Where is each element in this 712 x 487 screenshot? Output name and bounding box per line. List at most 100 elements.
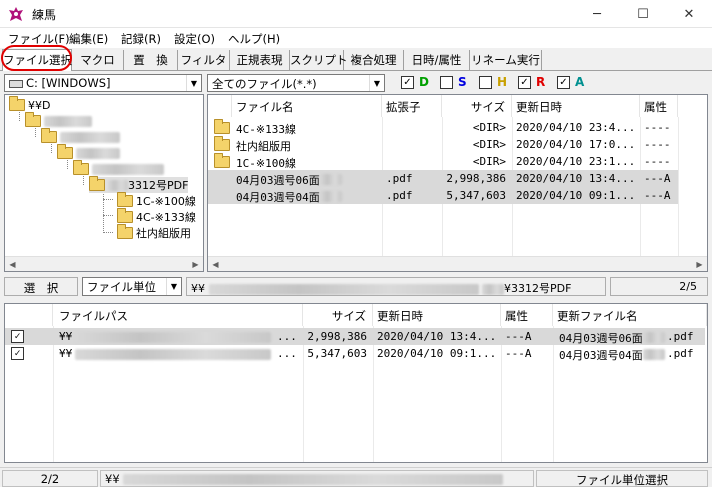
tree-node-root[interactable]: ¥¥D <box>9 96 50 113</box>
file-list-row[interactable]: 4C-※133線 <DIR> 2020/04/10 23:4... ---- <box>208 119 678 136</box>
select-button[interactable]: 選 択 <box>4 277 78 296</box>
redacted-text <box>76 147 120 159</box>
tab-script[interactable]: スクリプト <box>290 50 348 70</box>
column-header-date[interactable]: 更新日時 <box>512 95 640 117</box>
attr-checkbox-s[interactable] <box>440 76 453 89</box>
folder-icon <box>73 160 89 175</box>
file-size: <DIR> <box>472 121 506 134</box>
attr-checkbox-label: A <box>575 75 585 89</box>
tab-filter[interactable]: フィルタ <box>178 50 230 70</box>
selected-files-list[interactable]: ファイルパス サイズ 更新日時 属性 更新ファイル名 ✓ ¥¥... 2,998,3… <box>4 303 708 463</box>
menu-edit[interactable]: 編集(E) <box>69 31 108 47</box>
column-header-attr[interactable]: 属性 <box>501 304 553 326</box>
attr-checkbox-h[interactable] <box>479 76 492 89</box>
tree-node-child[interactable]: 社内組版用 <box>117 224 191 241</box>
attr-checkbox-d[interactable]: ✓ <box>401 76 414 89</box>
path-suffix: ¥3312号PDF <box>504 282 572 295</box>
close-button[interactable]: ✕ <box>666 0 712 28</box>
tree-node-label: 1C-※100線 <box>136 195 196 208</box>
status-path: ¥¥ <box>100 470 534 487</box>
folder-icon <box>117 208 133 223</box>
menu-settings[interactable]: 設定(O) <box>174 31 215 47</box>
file-attr: ---A <box>644 189 671 202</box>
row-checkbox[interactable]: ✓ <box>11 330 24 343</box>
scroll-right-icon[interactable]: ▶ <box>692 257 707 271</box>
folder-icon <box>41 128 57 143</box>
file-list[interactable]: ファイル名 拡張子 サイズ 更新日時 属性 4C-※133線 <DIR> 2020/… <box>207 94 708 272</box>
row-checkbox[interactable]: ✓ <box>11 347 24 360</box>
file-attr: ---A <box>505 330 532 343</box>
file-filter-value: 全てのファイル(*.*) <box>212 77 317 91</box>
tab-regex[interactable]: 正規表現 <box>230 50 290 70</box>
tab-rename-run[interactable]: リネーム実行 <box>470 50 542 70</box>
tree-node-label: 4C-※133線 <box>136 211 196 224</box>
column-header-size[interactable]: サイズ <box>442 95 512 117</box>
new-file-ext: .pdf <box>667 330 694 343</box>
unit-select-value: ファイル単位 <box>87 280 156 294</box>
column-header-name[interactable]: ファイル名 <box>232 95 382 117</box>
redacted-text <box>60 131 120 143</box>
tree-node-child[interactable]: 4C-※133線 <box>117 208 196 225</box>
list-horizontal-scrollbar[interactable]: ◀ ▶ <box>208 256 707 271</box>
file-name: 1C-※100線 <box>236 157 296 170</box>
scroll-right-icon[interactable]: ▶ <box>188 257 203 271</box>
tree-node-child[interactable]: 1C-※100線 <box>117 192 196 209</box>
file-attr: ---A <box>644 172 671 185</box>
tree-node[interactable] <box>57 144 120 161</box>
file-list-row[interactable]: 04月03週号04面 .pdf 5,347,603 2020/04/10 09:1..… <box>208 187 678 204</box>
drive-select-value: C: [WINDOWS] <box>26 76 111 90</box>
menu-file[interactable]: ファイル(F) <box>8 31 70 47</box>
status-path-prefix: ¥¥ <box>105 472 120 486</box>
tab-combined[interactable]: 複合処理 <box>344 50 404 70</box>
scroll-left-icon[interactable]: ◀ <box>5 257 20 271</box>
redacted-text <box>75 332 271 343</box>
attr-checkbox-label: H <box>497 75 508 89</box>
file-size: 5,347,603 <box>446 189 506 202</box>
column-header-date[interactable]: 更新日時 <box>373 304 501 326</box>
status-mode: ファイル単位選択 <box>536 470 708 487</box>
current-path: ¥¥ ¥3312号PDF <box>186 277 606 296</box>
redacted-text <box>643 349 665 360</box>
column-header-ext[interactable]: 拡張子 <box>382 95 442 117</box>
folder-icon <box>117 224 133 239</box>
file-list-row[interactable]: 04月03週号06面 .pdf 2,998,386 2020/04/10 13:4..… <box>208 170 678 187</box>
menu-record[interactable]: 記録(R) <box>121 31 161 47</box>
tab-datetime-attr[interactable]: 日時/属性 <box>404 50 470 70</box>
tab-macro[interactable]: マクロ <box>72 50 124 70</box>
redacted-text <box>92 163 164 175</box>
file-ext: .pdf <box>386 172 413 185</box>
column-header-path[interactable]: ファイルパス <box>53 304 303 326</box>
file-date: 2020/04/10 23:1... <box>516 155 636 168</box>
status-count: 2/2 <box>2 470 98 487</box>
selected-count: 2/5 <box>610 277 708 296</box>
column-header-new-name[interactable]: 更新ファイル名 <box>553 304 707 326</box>
file-date: 2020/04/10 13:4... <box>516 172 636 185</box>
menu-help[interactable]: ヘルプ(H) <box>228 31 280 47</box>
maximize-button[interactable]: ☐ <box>620 0 666 28</box>
attr-checkbox-r[interactable]: ✓ <box>518 76 531 89</box>
tree-node[interactable] <box>25 112 92 129</box>
redacted-text <box>208 283 479 295</box>
column-header-attr[interactable]: 属性 <box>640 95 678 117</box>
file-list-row[interactable]: 社内組版用 <DIR> 2020/04/10 17:0... ---- <box>208 136 678 153</box>
tree-node[interactable] <box>73 160 164 177</box>
chevron-down-icon: ▼ <box>166 278 181 295</box>
attr-checkbox-a[interactable]: ✓ <box>557 76 570 89</box>
minimize-button[interactable]: ─ <box>574 0 620 28</box>
file-filter-select[interactable]: 全てのファイル(*.*) ▼ <box>207 74 385 92</box>
column-header-size[interactable]: サイズ <box>303 304 373 326</box>
selected-file-row[interactable]: ✓ ¥¥... 5,347,603 2020/04/10 09:1... ---A 04月… <box>5 345 705 362</box>
drive-select[interactable]: C: [WINDOWS] ▼ <box>4 74 202 92</box>
tab-replace[interactable]: 置 換 <box>124 50 178 70</box>
folder-tree[interactable]: ¥¥D 3312号PDF 1C-※100線 4C-※133線 社内組版用 ◀ ▶ <box>4 94 204 272</box>
file-size: 5,347,603 <box>307 347 367 360</box>
tree-horizontal-scrollbar[interactable]: ◀ ▶ <box>5 256 203 271</box>
scroll-left-icon[interactable]: ◀ <box>208 257 223 271</box>
file-size: 2,998,386 <box>307 330 367 343</box>
selected-file-row[interactable]: ✓ ¥¥... 2,998,386 2020/04/10 13:4... ---A 04月… <box>5 328 705 345</box>
tree-node-selected[interactable]: 3312号PDF <box>89 176 189 193</box>
unit-select[interactable]: ファイル単位 ▼ <box>82 277 182 296</box>
file-list-row[interactable]: 1C-※100線 <DIR> 2020/04/10 23:1... ---- <box>208 153 678 170</box>
tree-node[interactable] <box>41 128 120 145</box>
tab-file-select[interactable]: ファイル選択 <box>2 49 72 71</box>
